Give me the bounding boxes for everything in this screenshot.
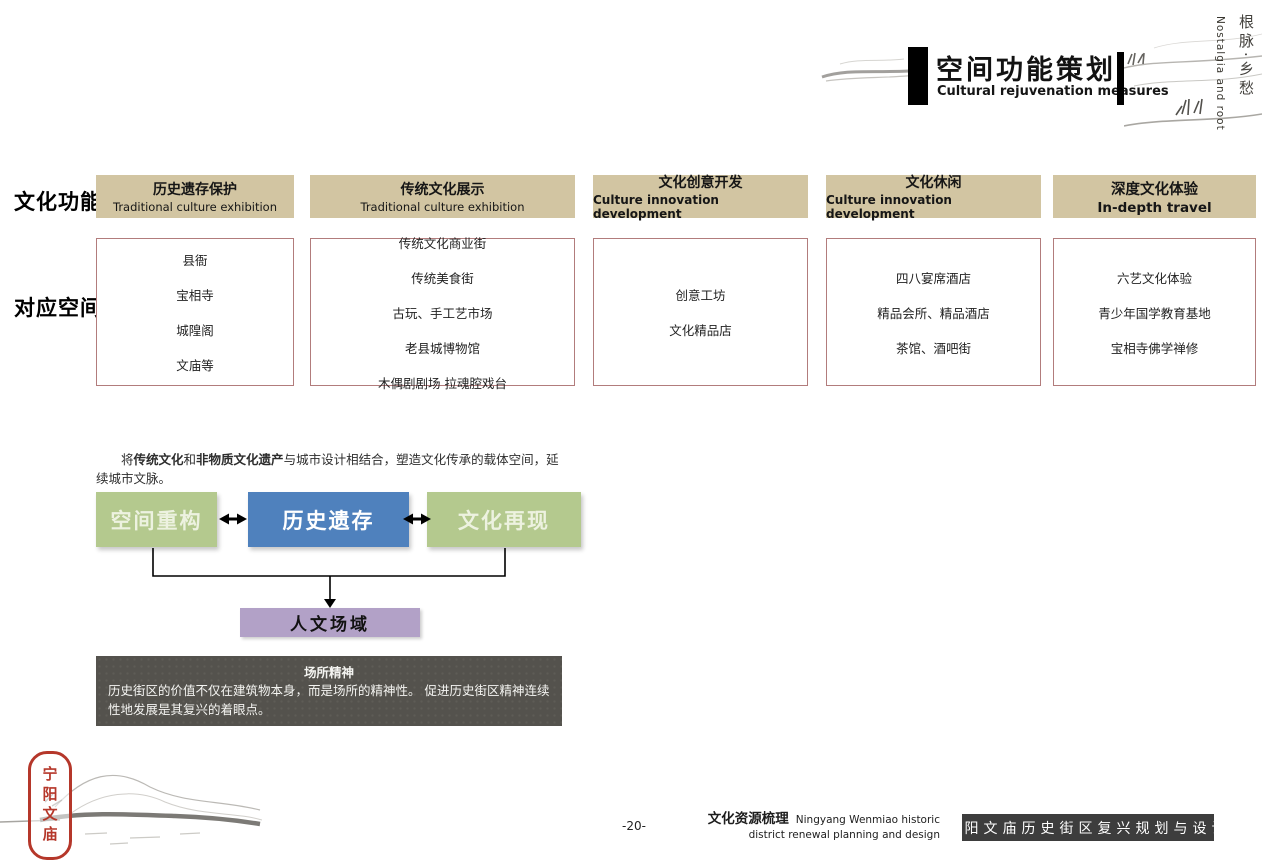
column-culture-innovation: 文化创意开发 Culture innovation development 创意…: [593, 175, 808, 218]
column-heritage-protection: 历史遗存保护 Traditional culture exhibition 县衙…: [96, 175, 294, 218]
function-title-en: In-depth travel: [1097, 200, 1211, 216]
list-item: 宝相寺: [176, 285, 214, 304]
concept-intro-paragraph: 将传统文化和非物质文化遗产与城市设计相结合，塑造文化传承的载体空间，延续城市文脉…: [96, 450, 570, 489]
result-humanistic-field: 人文场域: [240, 608, 420, 637]
function-header: 文化创意开发 Culture innovation development: [593, 175, 808, 218]
node-space-restructure: 空间重构: [96, 492, 217, 547]
list-item: 四八宴席酒店: [896, 268, 971, 287]
list-item: 古玩、手工艺市场: [392, 303, 492, 322]
function-title-cn: 文化休闲: [906, 172, 962, 192]
node-historic-heritage: 历史遗存: [248, 492, 409, 547]
function-title-en: Traditional culture exhibition: [113, 200, 277, 214]
list-item: 传统美食街: [411, 268, 474, 287]
row-label-corresponding-space: 对应空间: [14, 292, 102, 322]
list-item: 县衙: [182, 250, 207, 269]
node-culture-reappearance: 文化再现: [427, 492, 581, 547]
space-list: 四八宴席酒店精品会所、精品酒店茶馆、酒吧街: [826, 238, 1041, 386]
function-header: 历史遗存保护 Traditional culture exhibition: [96, 175, 294, 218]
intro-bold-intangible-heritage: 非物质文化遗产: [196, 452, 284, 467]
slide-page: 空间功能策划 Cultural rejuvenation measures 根脉…: [0, 0, 1262, 866]
list-item: 传统文化商业街: [399, 233, 487, 252]
header-accent-bar: [908, 47, 928, 105]
function-title-cn: 文化创意开发: [659, 172, 743, 192]
footer-section-en-line1: Ningyang Wenmiao historic: [796, 814, 940, 826]
header-accent-bar-thin: [1117, 52, 1124, 105]
list-item: 文庙等: [176, 355, 214, 374]
column-culture-leisure: 文化休闲 Culture innovation development 四八宴席…: [826, 175, 1041, 218]
list-item: 宝相寺佛学禅修: [1111, 338, 1199, 357]
function-title-en: Culture innovation development: [593, 193, 808, 221]
footer-section-en-line2: district renewal planning and design: [749, 829, 940, 841]
red-seal: 宁阳文庙: [28, 751, 72, 860]
space-list: 创意工坊文化精品店: [593, 238, 808, 386]
space-list: 传统文化商业街传统美食街古玩、手工艺市场老县城博物馆木偶剧剧场 拉魂腔戏台: [310, 238, 575, 386]
list-item: 创意工坊: [675, 285, 725, 304]
note-title: 场所精神: [108, 662, 550, 681]
function-title-en: Culture innovation development: [826, 193, 1041, 221]
list-item: 精品会所、精品酒店: [877, 303, 990, 322]
list-item: 老县城博物馆: [405, 338, 480, 357]
footer-section-title-cn: 文化资源梳理: [708, 811, 789, 827]
spirit-of-place-note: 场所精神 历史街区的价值不仅在建筑物本身，而是场所的精神性。 促进历史街区精神连…: [96, 656, 562, 726]
intro-bold-traditional-culture: 传统文化: [134, 452, 184, 467]
function-header: 深度文化体验 In-depth travel: [1053, 175, 1256, 218]
list-item: 文化精品店: [669, 320, 732, 339]
function-title-en: Traditional culture exhibition: [360, 200, 524, 214]
function-title-cn: 传统文化展示: [401, 179, 485, 199]
page-title: 空间功能策划: [936, 48, 1116, 87]
list-item: 茶馆、酒吧街: [896, 338, 971, 357]
function-title-cn: 历史遗存保护: [153, 179, 237, 199]
column-indepth-experience: 深度文化体验 In-depth travel 六艺文化体验青少年国学教育基地宝相…: [1053, 175, 1256, 218]
space-list: 县衙宝相寺城隍阁文庙等: [96, 238, 294, 386]
list-item: 木偶剧剧场 拉魂腔戏台: [378, 373, 507, 392]
row-label-cultural-function: 文化功能: [14, 186, 102, 216]
function-title-cn: 深度文化体验: [1111, 178, 1198, 199]
seal-text: 宁阳文庙: [40, 766, 61, 846]
function-header: 传统文化展示 Traditional culture exhibition: [310, 175, 575, 218]
corner-motto-en: Nostalgia and root: [1214, 16, 1226, 131]
note-body: 历史街区的价值不仅在建筑物本身，而是场所的精神性。 促进历史街区精神连续性地发展…: [108, 682, 550, 720]
list-item: 城隍阁: [176, 320, 214, 339]
intro-text: 将: [121, 452, 134, 467]
list-item: 六艺文化体验: [1117, 268, 1192, 287]
diagram-connectors: [0, 0, 1262, 866]
footer-section-block: 文化资源梳理 Ningyang Wenmiao historic district…: [690, 811, 940, 842]
column-traditional-culture-exhibition: 传统文化展示 Traditional culture exhibition 传统…: [310, 175, 575, 218]
corner-motto-cn: 根脉·乡愁: [1236, 14, 1257, 99]
intro-text: 和: [184, 452, 197, 467]
page-subtitle: Cultural rejuvenation measures: [937, 84, 1169, 99]
space-list: 六艺文化体验青少年国学教育基地宝相寺佛学禅修: [1053, 238, 1256, 386]
page-number: -20-: [622, 819, 646, 833]
function-header: 文化休闲 Culture innovation development: [826, 175, 1041, 218]
list-item: 青少年国学教育基地: [1098, 303, 1211, 322]
project-title-bar: 宁阳文庙历史街区复兴规划与设计: [962, 814, 1214, 841]
